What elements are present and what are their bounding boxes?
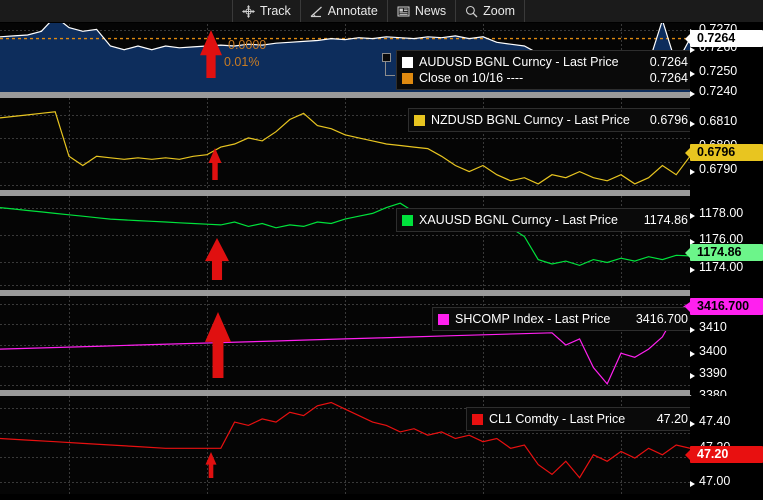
legend-color-swatch	[402, 214, 413, 226]
legend-color-swatch	[414, 114, 425, 126]
axis-tick-label: 1178.00	[699, 206, 744, 220]
axis-tick: 1178.00	[690, 206, 763, 220]
axis-tick-label: 3390	[699, 366, 727, 380]
toolbar-track-button[interactable]: Track	[232, 0, 301, 22]
legend-last-price: 1174.86	[643, 212, 688, 227]
legend-cl1[interactable]: CL1 Comdty - Last Price 47.20	[466, 407, 696, 431]
price-axis-xauusd[interactable]: 1178.00 1176.00 1174.00 1174.86	[685, 196, 763, 290]
toolbar-button-label: News	[414, 4, 447, 18]
axis-tick: 1174.00	[690, 260, 763, 274]
panel-divider[interactable]	[0, 390, 690, 396]
axis-tick: 3390	[690, 366, 763, 380]
magnifier-icon	[465, 5, 478, 18]
legend-color-swatch	[402, 56, 413, 68]
toolbar-button-label: Track	[260, 4, 291, 18]
price-axis-shcomp[interactable]: 3410 3400 3390 3380 3416.700	[685, 296, 763, 402]
legend-last-price: 3416.700	[635, 311, 688, 326]
axis-tick-label: 1174.00	[699, 260, 744, 274]
price-axis-nzdusd[interactable]: 0.68100.68000.67900.6796	[685, 98, 763, 190]
axis-tick-marker-icon	[690, 369, 697, 379]
legend-shcomp[interactable]: SHCOMP Index - Last Price 3416.700	[432, 307, 696, 331]
axis-tick-marker-icon	[690, 477, 697, 487]
legend-xauusd[interactable]: XAUUSD BGNL Curncy - Last Price 1174.86	[396, 208, 696, 232]
last-price-badge-cl1: 47.20	[685, 446, 763, 463]
axis-tick-marker-icon	[690, 87, 697, 97]
legend-nzdusd[interactable]: NZDUSD BGNL Curncy - Last Price 0.6796	[408, 108, 696, 132]
legend-last-price: 0.7264	[649, 70, 688, 85]
axis-tick: 0.6810	[690, 114, 763, 128]
toolbar-button-label: Annotate	[327, 4, 378, 18]
legend-label: AUDUSD BGNL Curncy - Last Price	[419, 54, 619, 69]
panel-divider[interactable]	[0, 190, 690, 196]
axis-tick-label: 47.00	[699, 474, 731, 488]
legend-label: NZDUSD BGNL Curncy - Last Price	[431, 112, 630, 127]
axis-tick-marker-icon	[690, 209, 697, 219]
legend-label: CL1 Comdty - Last Price	[489, 411, 626, 426]
legend-row: CL1 Comdty - Last Price 47.20	[472, 411, 688, 427]
axis-tick: 0.6790	[690, 162, 763, 176]
axis-tick-marker-icon	[690, 117, 697, 127]
axis-tick-marker-icon	[690, 263, 697, 273]
legend-row: NZDUSD BGNL Curncy - Last Price 0.6796	[414, 112, 688, 128]
pencil-icon	[310, 5, 323, 18]
axis-tick: 3410	[690, 320, 763, 334]
legend-audusd[interactable]: AUDUSD BGNL Curncy - Last Price 0.7264 Clo…	[382, 50, 696, 90]
axis-tick-marker-icon	[690, 323, 697, 333]
legend-label: Close on 10/16 ----	[419, 70, 524, 85]
axis-tick-label: 3410	[699, 320, 727, 334]
legend-color-swatch	[438, 313, 449, 325]
axis-tick-label: 0.7250	[699, 64, 738, 78]
bloomberg-multi-panel-chart: Track Annotate News Zoom AUDUSD BGNL Curncy…	[0, 0, 763, 500]
legend-color-swatch	[402, 72, 413, 84]
legend-label: XAUUSD BGNL Curncy - Last Price	[419, 212, 618, 227]
news-icon	[397, 5, 410, 18]
axis-tick: 47.40	[690, 414, 763, 428]
toolbar-news-button[interactable]: News	[388, 0, 457, 22]
legend-collapse-toggle-icon[interactable]	[382, 53, 396, 76]
axis-tick: 0.7240	[690, 84, 763, 98]
legend-row: XAUUSD BGNL Curncy - Last Price 1174.86	[402, 212, 688, 228]
last-price-badge-xauusd: 1174.86	[685, 244, 763, 261]
axis-tick-label: 0.6790	[699, 162, 738, 176]
axis-tick-label: 0.6810	[699, 114, 738, 128]
last-price-badge-nzdusd: 0.6796	[685, 144, 763, 161]
legend-color-swatch	[472, 413, 483, 425]
axis-tick-marker-icon	[690, 417, 697, 427]
price-axis-cl1[interactable]: 47.4047.2047.0047.20	[685, 396, 763, 494]
price-change-percent: 0.01%	[224, 55, 260, 69]
axis-tick-marker-icon	[690, 235, 697, 245]
toolbar-button-label: Zoom	[483, 4, 516, 18]
legend-label: SHCOMP Index - Last Price	[455, 311, 611, 326]
toolbar-zoom-button[interactable]: Zoom	[456, 0, 526, 22]
axis-tick-marker-icon	[690, 347, 697, 357]
axis-tick-marker-icon	[690, 67, 697, 77]
axis-tick-label: 3400	[699, 344, 727, 358]
axis-tick-label: 47.40	[699, 414, 731, 428]
last-price-badge-audusd: 0.7264	[685, 30, 763, 47]
axis-tick: 47.00	[690, 474, 763, 488]
legend-row: AUDUSD BGNL Curncy - Last Price 0.7264	[402, 54, 688, 70]
legend-row: Close on 10/16 ---- 0.7264	[402, 70, 688, 86]
legend-last-price: 0.7264	[649, 54, 688, 69]
last-price-badge-shcomp: 3416.700	[685, 298, 763, 315]
axis-tick: 3400	[690, 344, 763, 358]
price-change-absolute: 0.0000	[228, 38, 267, 52]
crosshair-icon	[242, 4, 255, 18]
chart-toolbar: Track Annotate News Zoom	[0, 0, 763, 23]
panel-divider[interactable]	[0, 92, 690, 98]
legend-last-price: 47.20	[656, 411, 688, 426]
toolbar-annotate-button[interactable]: Annotate	[301, 0, 388, 22]
axis-tick: 0.7250	[690, 64, 763, 78]
legend-last-price: 0.6796	[649, 112, 689, 127]
axis-tick-marker-icon	[690, 165, 697, 175]
panel-divider[interactable]	[0, 290, 690, 296]
axis-tick-label: 0.7240	[699, 84, 738, 98]
legend-row: SHCOMP Index - Last Price 3416.700	[438, 311, 688, 327]
